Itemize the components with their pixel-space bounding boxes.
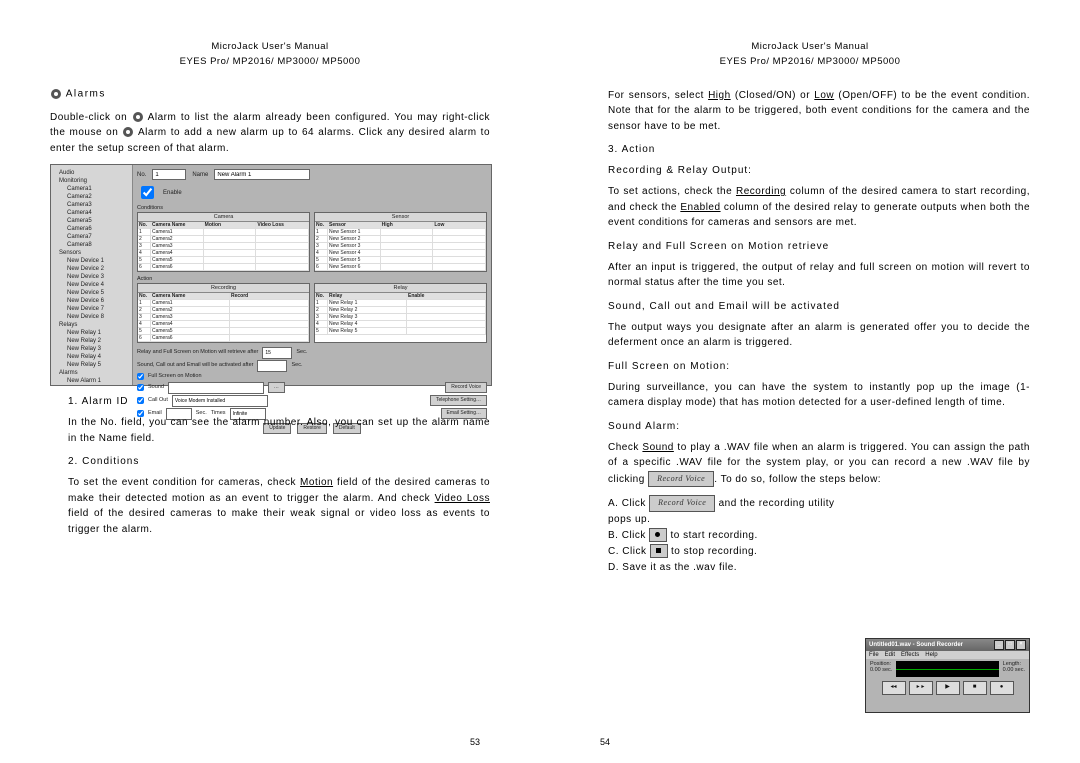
sound-checkbox[interactable] <box>137 384 144 391</box>
maximize-icon[interactable]: □ <box>1005 640 1015 650</box>
name-label: Name <box>192 172 208 178</box>
callout-checkbox[interactable] <box>137 397 144 404</box>
record-voice-inline-button[interactable]: Record Voice <box>648 471 714 487</box>
position-value: 0.00 sec. <box>870 667 892 673</box>
name-field[interactable] <box>214 169 310 180</box>
para-soundalarm: Check Sound to play a .WAV file when an … <box>590 440 1030 487</box>
action-label: Action <box>137 276 487 282</box>
para-relayfs: After an input is triggered, the output … <box>590 260 1030 291</box>
record-icon[interactable] <box>649 528 667 542</box>
intro-paragraph: Double-click on Alarm to list the alarm … <box>50 110 490 157</box>
sub-fsmotion: Full Screen on Motion: <box>590 361 1030 372</box>
recorder-title: Untitled01.wav - Sound Recorder _ □ × <box>866 639 1029 651</box>
fs-motion-checkbox[interactable] <box>137 373 144 380</box>
relay-grid: RelayNo.RelayEnable1New Relay 12New Rela… <box>314 283 487 343</box>
config-dialog-screenshot: AudioMonitoringCamera1Camera2Camera3Came… <box>50 164 492 386</box>
steps: A. Click Record Voice and the recording … <box>590 495 848 576</box>
header-line2: EYES Pro/ MP2016/ MP3000/ MP5000 <box>590 55 1030 69</box>
length-value: 0.00 sec. <box>1003 667 1025 673</box>
stop-icon[interactable] <box>650 544 668 558</box>
callout-opt[interactable] <box>172 395 268 407</box>
sub-soundalarm: Sound Alarm: <box>590 421 1030 432</box>
header-line1: MicroJack User's Manual <box>590 40 1030 54</box>
relay-fs-sec[interactable] <box>262 347 292 359</box>
dialog-panel: No. Name Enable Conditions CameraNo.Came… <box>133 165 491 385</box>
page-number: 54 <box>600 737 610 747</box>
camera-grid: CameraNo.Camera NameMotionVideo Loss1Cam… <box>137 212 310 272</box>
sensor-grid: SensorNo.SensorHighLow1New Sensor 12New … <box>314 212 487 272</box>
page-header: MicroJack User's Manual EYES Pro/ MP2016… <box>590 40 1030 70</box>
sub-recrelay: Recording & Relay Output: <box>590 165 1030 176</box>
para-fsmotion: During surveillance, you can have the sy… <box>590 380 1030 411</box>
para-recrelay: To set actions, check the Recording colu… <box>590 184 1030 231</box>
sound-path[interactable] <box>168 382 264 394</box>
enable-checkbox[interactable] <box>141 186 154 199</box>
header-line2: EYES Pro/ MP2016/ MP3000/ MP5000 <box>50 55 490 69</box>
page-54: MicroJack User's Manual EYES Pro/ MP2016… <box>540 0 1080 763</box>
alarm-icon <box>50 88 62 100</box>
heading-conditions: 2. Conditions <box>50 456 490 467</box>
para-conditions: To set the event condition for cameras, … <box>50 475 490 537</box>
page-number: 53 <box>470 737 480 747</box>
page-header: MicroJack User's Manual EYES Pro/ MP2016… <box>50 40 490 70</box>
waveform-display <box>896 661 998 677</box>
recorder-menu: FileEditEffectsHelp <box>866 651 1029 659</box>
section-title-alarms: Alarms <box>50 88 490 100</box>
tree-panel: AudioMonitoringCamera1Camera2Camera3Came… <box>51 165 133 385</box>
minimize-icon[interactable]: _ <box>994 640 1004 650</box>
alarm-icon <box>122 126 134 138</box>
record-voice-step-button[interactable]: Record Voice <box>649 495 715 512</box>
para-sce: The output ways you designate after an a… <box>590 320 1030 351</box>
sound-recorder-window: Untitled01.wav - Sound Recorder _ □ × Fi… <box>865 638 1030 713</box>
recorder-buttons: ◂◂▸ ▸▶■● <box>866 679 1029 697</box>
recording-grid: RecordingNo.Camera NameRecord1Camera12Ca… <box>137 283 310 343</box>
record-voice-button[interactable]: Record Voice <box>445 382 487 393</box>
sub-relayfs: Relay and Full Screen on Motion retrieve <box>590 241 1030 252</box>
heading-action: 3. Action <box>590 144 1030 155</box>
enable-label: Enable <box>163 190 182 196</box>
para-sensors: For sensors, select High (Closed/ON) or … <box>590 88 1030 135</box>
header-line1: MicroJack User's Manual <box>50 40 490 54</box>
no-label: No. <box>137 172 146 178</box>
sub-sce: Sound, Call out and Email will be activa… <box>590 301 1030 312</box>
close-icon[interactable]: × <box>1016 640 1026 650</box>
telephone-setting-button[interactable]: Telephone Setting… <box>430 395 487 406</box>
browse-sound-button[interactable]: … <box>268 382 285 393</box>
conditions-label: Conditions <box>137 205 487 211</box>
sce-sec[interactable] <box>257 360 287 372</box>
page-53: MicroJack User's Manual EYES Pro/ MP2016… <box>0 0 540 763</box>
alarm-icon <box>132 111 144 123</box>
no-field[interactable] <box>152 169 186 180</box>
